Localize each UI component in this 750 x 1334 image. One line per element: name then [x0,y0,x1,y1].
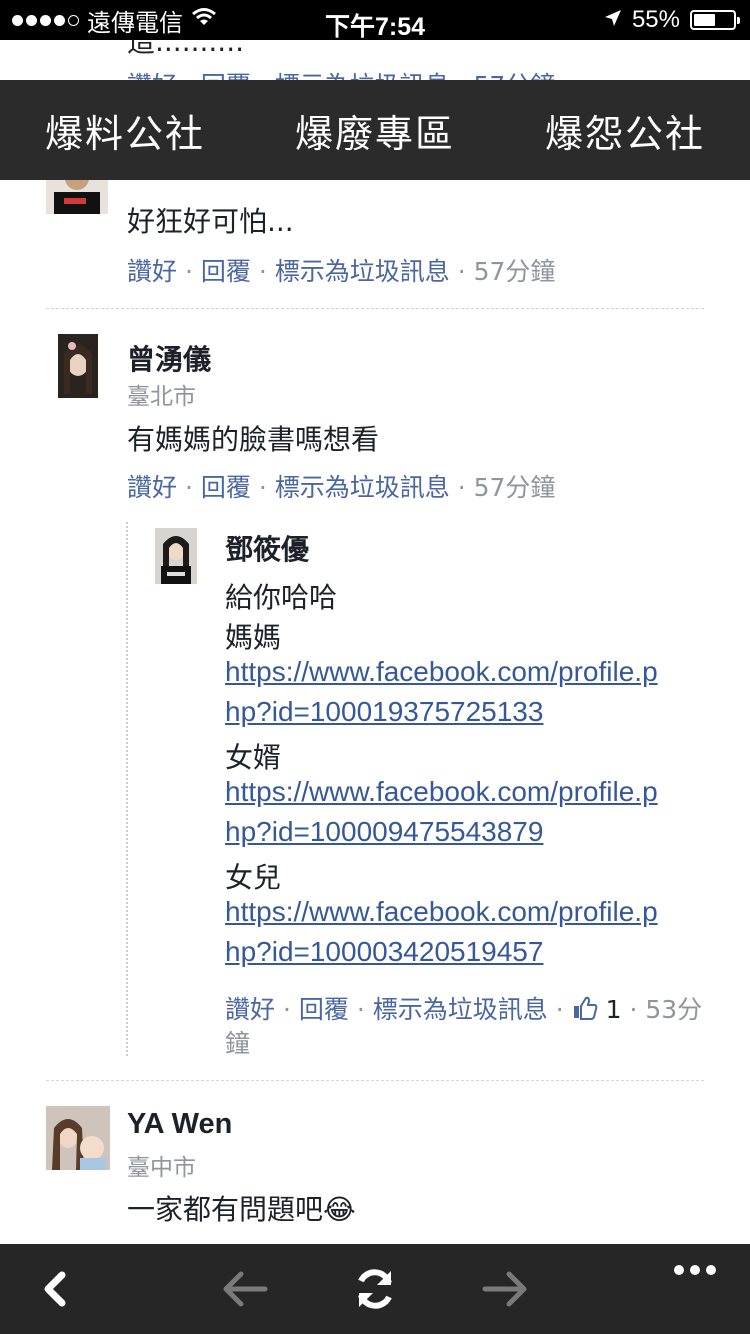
tab-baoyuan[interactable]: 爆怨公社 [545,103,705,158]
reply-actions: 讚好 · 回覆 · 標示為垃圾訊息 · 1 · 53分 [225,990,702,1027]
arrow-left-icon[interactable] [210,1244,280,1334]
commenter-name[interactable]: 曾湧儀 [127,338,211,378]
profile-link[interactable]: https://www.facebook.com/profile.p [225,896,658,928]
comment-actions: 讚好 · 回覆 · 標示為垃圾訊息 · 57分鐘 [127,473,556,502]
status-right: 55% [604,0,740,40]
mark-spam-link[interactable]: 標示為垃圾訊息 [373,995,548,1024]
commenter-location: 臺中市 [127,1155,196,1181]
top-nav: 爆料公社 爆廢專區 爆怨公社 [0,80,750,180]
reply-author-name[interactable]: 鄧筱優 [225,528,309,568]
battery-percent: 55% [631,6,680,33]
comments-page: 這.......... 讚好 · 回覆 · 標示為垃圾訊息 · 57分鐘 好狂好… [0,0,750,1334]
profile-link[interactable]: https://www.facebook.com/profile.p [225,776,658,808]
mark-spam-link[interactable]: 標示為垃圾訊息 [275,257,450,286]
reply-text-line: 女婿 [225,741,282,774]
status-bar: 遠傳電信 下午7:54 55% [0,0,750,41]
profile-link[interactable]: hp?id=100019375725133 [225,696,543,728]
comment-text: 有媽媽的臉書嗎想看 [127,423,380,456]
browser-toolbar [0,1244,750,1334]
like-count: 1 [605,995,622,1024]
arrow-right-icon[interactable] [470,1244,540,1334]
commenter-location: 臺北市 [127,384,196,410]
like-link[interactable]: 讚好 [225,995,275,1024]
commenter-name[interactable]: YA Wen [127,1108,232,1141]
reply-time-wrap: 鐘 [225,1024,250,1060]
profile-link[interactable]: hp?id=100009475543879 [225,816,543,848]
mark-spam-link[interactable]: 標示為垃圾訊息 [275,473,450,502]
location-arrow-icon [604,6,622,34]
reply-text-line: 媽媽 [225,621,282,654]
avatar[interactable] [46,1106,110,1170]
reply-time[interactable]: 53分 [645,995,702,1024]
avatar[interactable] [58,334,98,398]
tab-baoliao[interactable]: 爆料公社 [45,103,205,158]
refresh-icon[interactable] [340,1244,410,1334]
reply-link[interactable]: 回覆 [201,473,251,502]
comment-divider [46,308,704,309]
reply-text-line: 給你哈哈 [225,581,338,614]
comment-text: 一家都有問題吧 [127,1193,324,1226]
comment-divider [46,1080,704,1081]
thumbs-up-icon[interactable] [572,995,598,1027]
avatar[interactable] [155,528,197,584]
like-link[interactable]: 讚好 [127,257,177,286]
tab-baofei[interactable]: 爆廢專區 [295,103,455,158]
comment-actions: 讚好 · 回覆 · 標示為垃圾訊息 · 57分鐘 [127,257,556,286]
more-dots-icon[interactable] [660,1244,730,1334]
comment-time[interactable]: 57分鐘 [474,257,556,286]
reply-text-line: 女兒 [225,861,282,894]
battery-icon [690,10,740,30]
reply-time-suffix[interactable]: 鐘 [225,1029,250,1058]
laughing-emoji-icon: 😂 [323,1193,356,1226]
comment-text-wrap: 一家都有問題吧😂 [127,1188,356,1228]
like-link[interactable]: 讚好 [127,473,177,502]
reply-thread-line [126,522,128,1056]
profile-link[interactable]: https://www.facebook.com/profile.p [225,656,658,688]
comment-time[interactable]: 57分鐘 [474,473,556,502]
reply-link[interactable]: 回覆 [299,995,349,1024]
chevron-left-icon[interactable] [20,1244,90,1334]
comment-text: 好狂好可怕... [127,205,294,238]
profile-link[interactable]: hp?id=100003420519457 [225,936,543,968]
reply-link[interactable]: 回覆 [201,257,251,286]
